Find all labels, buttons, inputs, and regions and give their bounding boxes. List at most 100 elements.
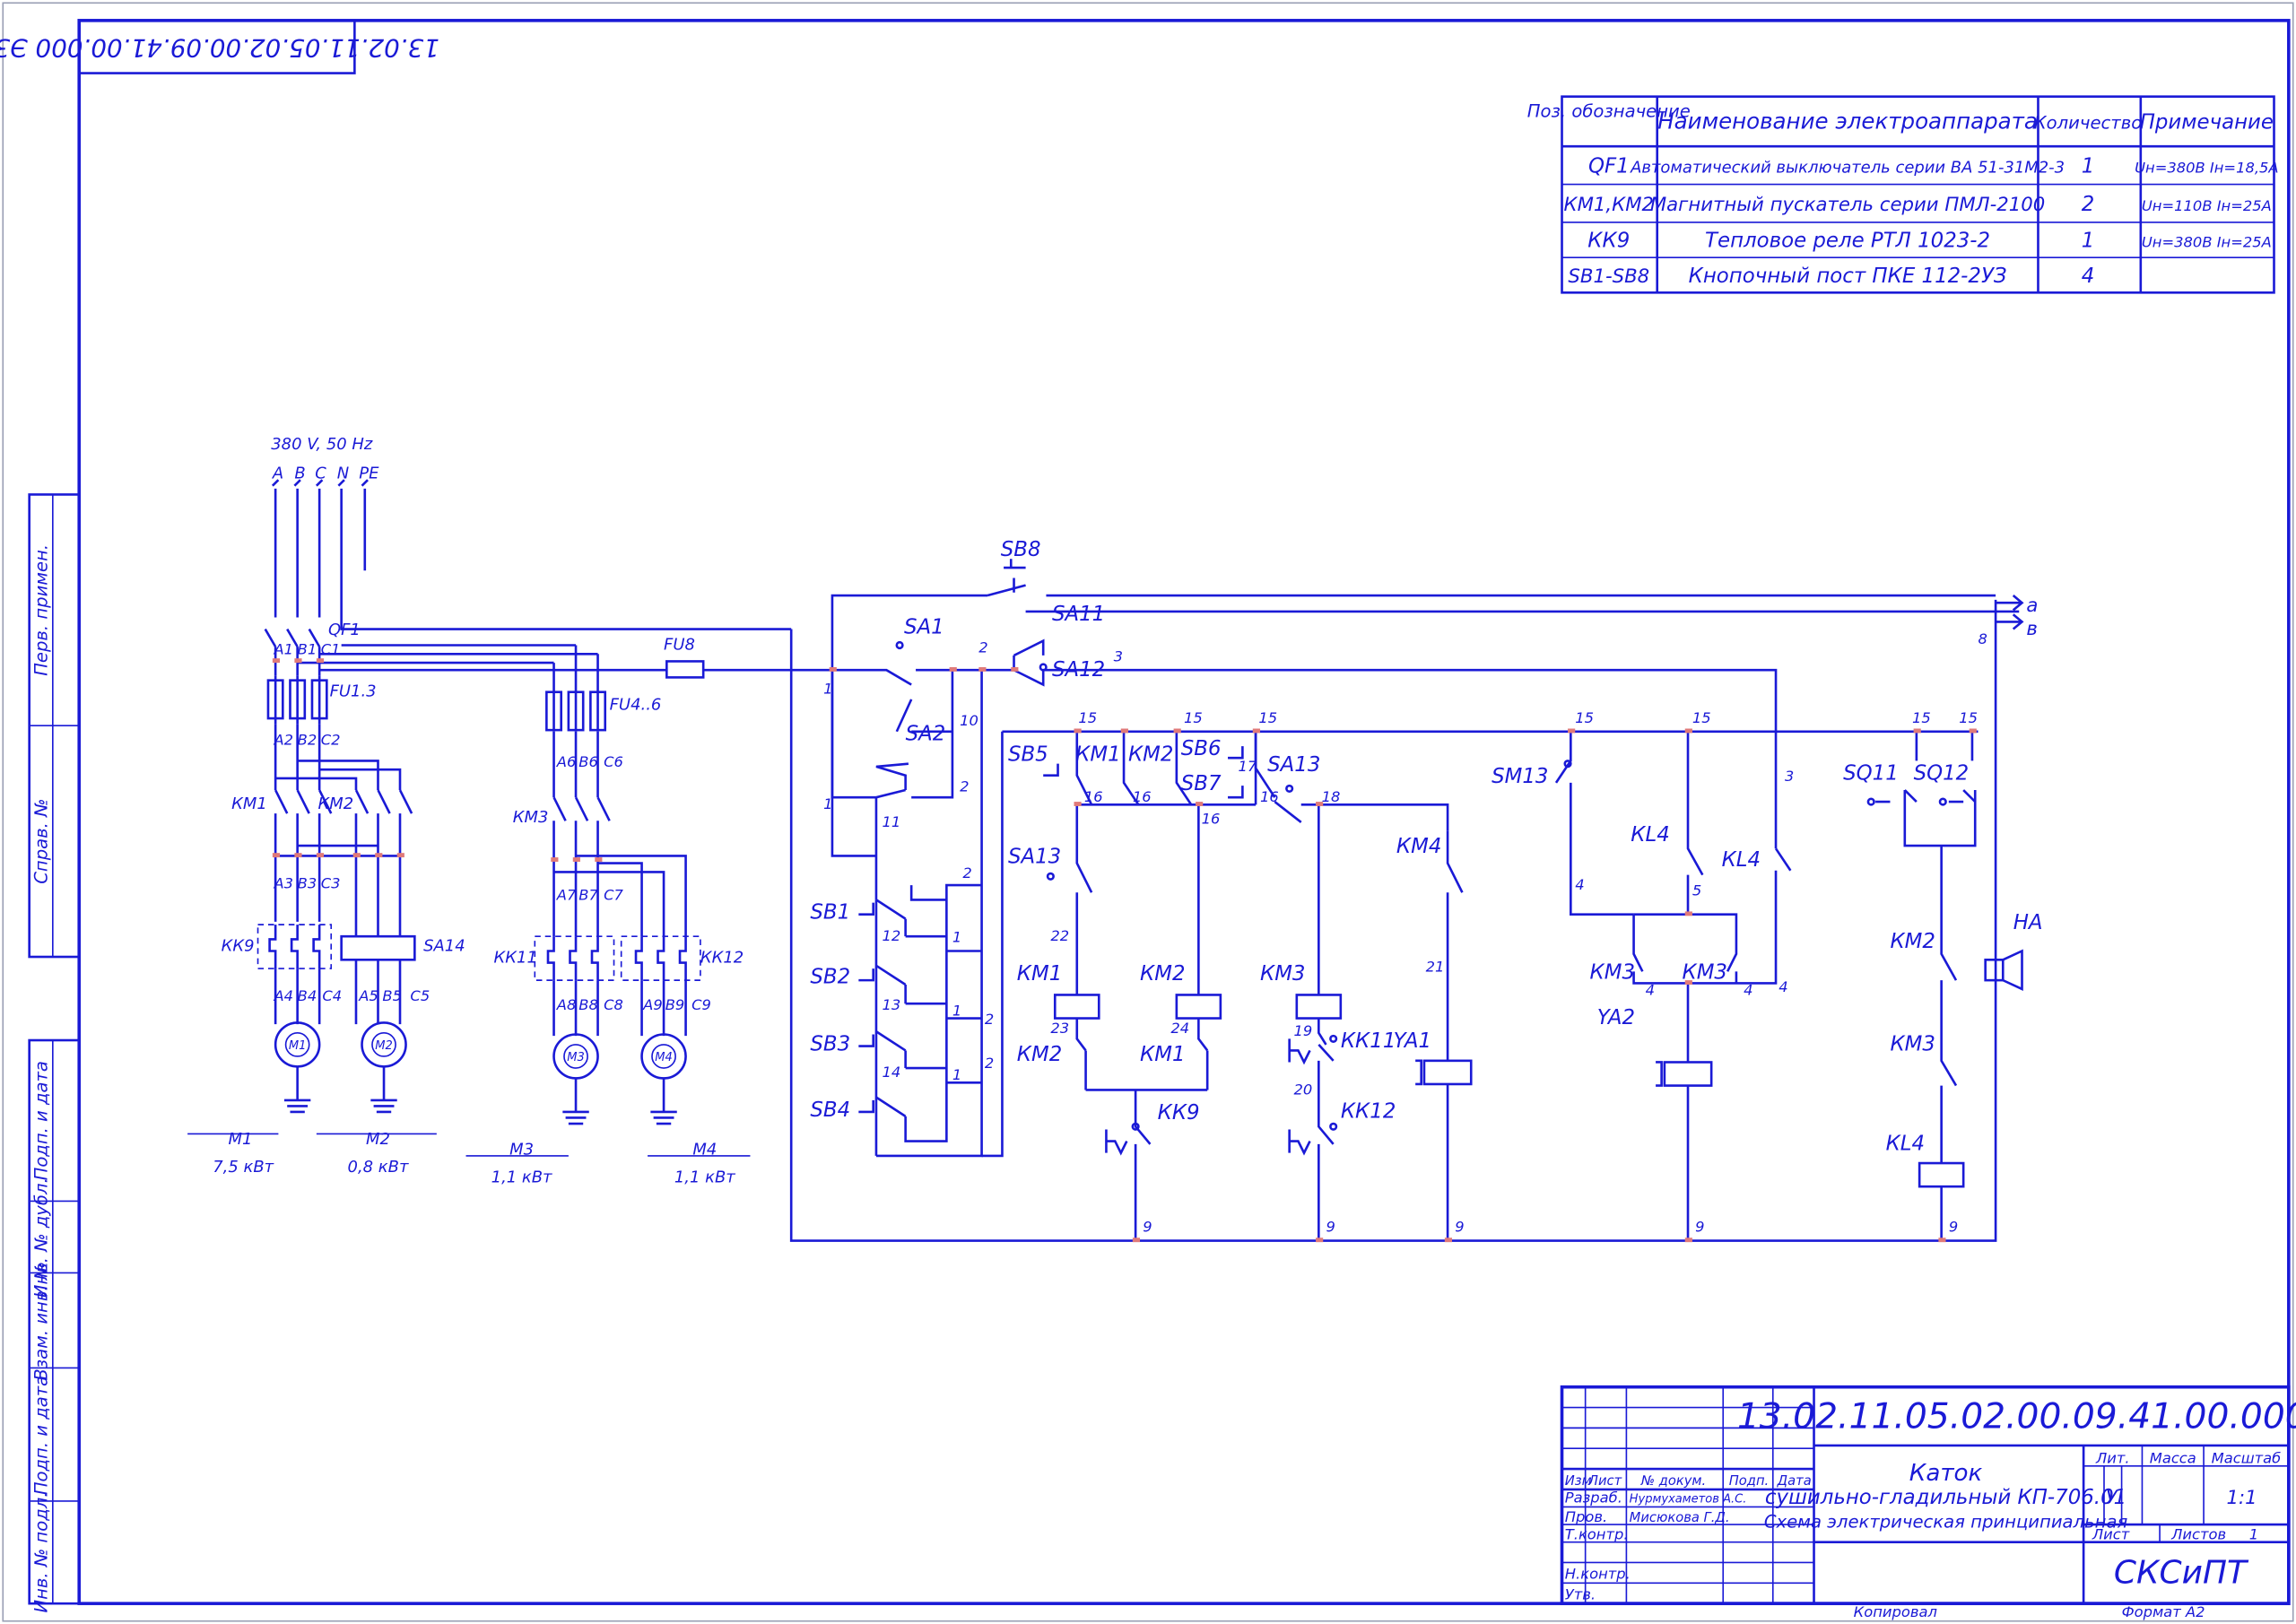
out-b: в [2026,618,2038,640]
m3-name: М3 [509,1140,534,1159]
wire-2b: 2 [960,778,969,795]
kl4-label-a: КL4 [1631,823,1670,847]
t-a5: A5 [358,987,378,1004]
ya1-label: YA1 [1394,1029,1431,1053]
kk11-power-label: КК11 [494,949,537,968]
motor-m2-label: M2 [375,1039,393,1053]
t-c9: C9 [691,996,711,1013]
sa11-label: SA11 [1052,603,1105,626]
wire-4c: 4 [1744,981,1752,998]
kk12-power-label: КК12 [700,949,744,968]
sa13-label-a: SA13 [1267,753,1320,777]
wire-8: 8 [1978,630,1987,647]
wire-2a: 2 [978,639,987,656]
wire-5: 5 [1692,882,1701,899]
kl4-coil-label: КL4 [1886,1132,1926,1155]
t-a9: A9 [642,996,663,1013]
wire-20: 20 [1294,1081,1313,1098]
km1-power-label: КМ1 [231,795,267,813]
km3-ha-label: КМ3 [1890,1032,1935,1055]
wire-4a: 4 [1575,876,1584,893]
role-prov: Пров. [1565,1508,1607,1525]
km1-nc-label: КМ1 [1140,1043,1186,1066]
side-label-4: Взам. инв. № [30,1262,51,1381]
coil-kl4 [1918,1161,1965,1188]
wire-11: 11 [882,813,900,830]
spec-r2-c2: 1 [2082,230,2095,253]
km2-power-label: КМ2 [318,795,354,813]
sheet-label: Лист [2092,1525,2130,1542]
m2-power: 0,8 кВт [348,1158,409,1177]
title-block: 13.02.11.05.02.00.09.41.00.000 Э3 Каток … [1560,1385,2296,1620]
t-c7: C7 [604,886,623,903]
side-label-1: Справ. № [30,799,51,884]
km3-power-label: КМ3 [513,808,549,827]
coil-ya1 [1422,1059,1473,1086]
kk11-ctrl-label: КК11 [1341,1029,1396,1053]
spec-header-qty: Количество [2034,113,2143,134]
col-doc: № докум. [1640,1473,1706,1489]
wire-24: 24 [1170,1020,1189,1037]
wire-23: 23 [1050,1020,1069,1037]
t-b3: B3 [298,874,317,891]
wire-15f: 15 [1912,709,1931,726]
rotated-document-code: 13.02.11.05.02.00.09.41.00.000 Э3 [0,19,439,74]
spec-r1-c0: КМ1,КМ2 [1564,194,1655,216]
wire-4b: 4 [1646,981,1655,998]
fu4-6-label: FU4..6 [610,695,662,714]
qf1-label: QF1 [328,621,361,639]
kk9-ctrl-label: КК9 [1158,1101,1200,1125]
side-label-2: Подп. и дата [30,1061,51,1180]
wire-1c: 1 [952,929,961,946]
side-label-5: Подп. и дата [30,1376,51,1495]
wire-2e: 2 [985,1055,994,1072]
sb4-label: SB4 [810,1099,850,1122]
wire-1b: 1 [823,795,832,812]
km3-nc-label-a: КМ3 [1590,961,1636,985]
mass-header: Масса [2150,1450,2196,1467]
col-sign: Подп. [1729,1473,1769,1489]
role-utv: Утв. [1565,1585,1596,1602]
svg-text:13.02.11.05.02.00.09.41.00.000: 13.02.11.05.02.00.09.41.00.000 Э3 [0,33,439,63]
m1-name: М1 [228,1130,252,1149]
km2-ha-label: КМ2 [1890,930,1935,953]
spec-r2-c1: Тепловое реле РТЛ 1023-2 [1705,230,1990,253]
t-b5: B5 [382,987,402,1004]
ya2-label: YA2 [1597,1006,1635,1029]
wire-16c: 16 [1202,811,1221,828]
kl4-label-b: КL4 [1722,848,1761,872]
spec-r1-c1: Магнитный пускатель серии ПМЛ-2100 [1650,194,2045,216]
t-b2: B2 [298,731,317,748]
wire-17: 17 [1238,758,1257,775]
spec-r3-c0: SB1-SB8 [1568,265,1649,288]
sb5-label: SB5 [1008,743,1048,766]
t-b9: B9 [665,996,685,1013]
sa2-label: SA2 [906,723,946,746]
m4-power: 1,1 кВт [674,1168,735,1186]
wire-15d: 15 [1575,709,1594,726]
spec-header-note: Примечание [2140,111,2274,135]
wire-9d: 9 [1695,1219,1704,1236]
wire-9b: 9 [1326,1219,1335,1236]
lit-header: Лит. [2095,1450,2130,1467]
coil-km1 [1053,994,1100,1020]
footer-copied: Копировал [1854,1603,1937,1620]
t-c6: C6 [604,753,623,770]
sa14-label: SA14 [423,937,465,956]
sa13-label-b: SA13 [1008,846,1061,869]
sheets-value: 1 [2249,1525,2258,1542]
sq11-label: SQ11 [1843,762,1899,786]
wire-16d: 16 [1260,788,1279,805]
kk9-power-label: КК9 [222,937,255,956]
kk12-ctrl-label: КК12 [1341,1100,1396,1124]
col-date: Дата [1777,1473,1812,1489]
m2-name: М2 [366,1130,390,1149]
wire-21: 21 [1426,958,1445,975]
wire-16b: 16 [1133,788,1152,805]
motor-m3-label: M3 [567,1051,585,1064]
role-nkontr: Н.контр. [1565,1565,1631,1582]
motor-m1-label: M1 [289,1039,307,1053]
t-b6: B6 [578,753,598,770]
side-label-6: Инв. № подл. [30,1492,51,1613]
wire-2d: 2 [985,1011,994,1028]
